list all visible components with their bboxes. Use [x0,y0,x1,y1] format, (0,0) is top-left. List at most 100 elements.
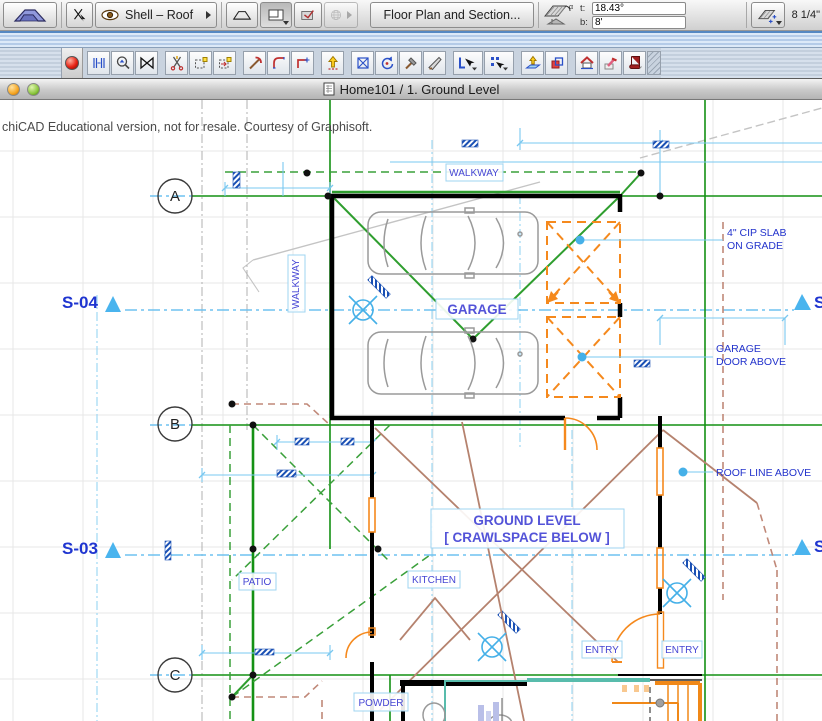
tools-button[interactable] [399,51,422,75]
roof-tool-button[interactable] [3,2,57,28]
multiply-button[interactable] [321,51,344,75]
intersect-button[interactable] [291,51,314,75]
visibility-dropdown[interactable]: Shell – Roof [95,2,217,28]
layer-settings-button[interactable] [599,51,622,75]
svg-text:GARAGE: GARAGE [447,302,506,317]
room-labels[interactable]: WALKWAY WALKWAY GARAGE GROUND LEVEL [ CR… [238,163,703,712]
powder-door-arc [345,631,373,659]
corner-window-button[interactable] [260,2,292,28]
separator [221,2,222,28]
multiply-icon [327,55,338,70]
pitch-t-label: t: [580,2,586,14]
favorites-button[interactable] [623,51,646,75]
section-arrow [794,294,811,310]
stretch-icon [194,57,207,69]
elevate-button[interactable] [521,51,544,75]
gray-axis-lines [201,100,254,721]
toolbar-left-panel [0,48,62,78]
pitch-b-field[interactable] [592,15,686,29]
adjust-size-icon [92,58,105,68]
knife-button[interactable] [423,51,446,75]
section-marker-s04-right: S [814,293,822,312]
walls[interactable] [329,193,702,721]
label-kitchen: KITCHEN [407,570,461,589]
separator [61,2,62,28]
label-walkway-left: WALKWAY [287,254,306,313]
grid-bubbles[interactable]: A B C [157,178,193,693]
floor-plan-section-label: Floor Plan and Section... [383,8,521,22]
pickaxe-icon [248,56,262,70]
roof-offset-value: 8 1/4" [791,9,820,21]
section-arrow [105,296,121,312]
roof-pitch-icon: α [543,4,573,25]
marquee-icon [139,56,154,70]
roof-pitch-group: α t: b: [542,1,686,29]
svg-text:KITCHEN: KITCHEN [412,575,456,586]
garage-door-above-label2: DOOR ABOVE [716,356,786,368]
globe-button[interactable] [324,2,358,28]
offset-icon [218,57,231,69]
corner-window-icon [268,9,284,21]
adjust-size-button[interactable] [87,51,110,75]
garage-entry-door-arc [564,417,598,451]
garage-door-above-label: GARAGE [716,343,761,355]
offset-button[interactable] [213,51,236,75]
cip-slab-label2: ON GRADE [727,240,783,252]
group-icon [551,57,563,69]
roof-line-above-label: ROOF LINE ABOVE [716,467,811,479]
story-settings-icon [579,56,594,70]
arrow-tool-button[interactable] [66,2,93,28]
palette-resize-grip[interactable] [647,51,661,75]
cip-slab-label: 4" CIP SLAB [727,227,787,239]
separator [538,2,539,28]
zoom-to-selection-button[interactable] [111,51,134,75]
split-button[interactable] [165,51,188,75]
transfer-settings-icon [301,10,314,20]
select-marquee-icon [491,57,508,71]
fillet-button[interactable] [267,51,290,75]
tools-icon [404,57,417,70]
svg-text:GROUND LEVEL: GROUND LEVEL [473,513,580,528]
mirror-button[interactable] [351,51,374,75]
drawing-canvas[interactable]: S-04 S-03 S S 4" CIP SLAB ON GRADE GARAG… [0,100,822,721]
record-tile [62,48,83,78]
floor-plan-section-button[interactable]: Floor Plan and Section... [370,2,534,28]
label-entry-left: ENTRY [581,640,623,659]
group-button[interactable] [545,51,568,75]
globe-icon [331,10,341,20]
roof-offset-button[interactable] [750,2,785,28]
select-element-button[interactable] [453,51,483,75]
eye-icon [101,9,119,21]
record-icon[interactable] [65,56,79,70]
roof-slope-button[interactable] [226,2,258,28]
svg-text:ENTRY: ENTRY [665,645,699,656]
stairs[interactable] [612,681,702,721]
pickaxe-button[interactable] [243,51,266,75]
separator [745,2,747,28]
car-top [367,207,539,279]
chevron-right-icon [347,11,352,19]
window-titlebar[interactable]: Home101 / 1. Ground Level [0,78,822,100]
roof-slope-icon [232,11,252,20]
stretch-button[interactable] [189,51,212,75]
archicad-screen: Shell – Roof Floor Plan and Section... α… [0,0,822,721]
toolbar-drag-bar[interactable] [0,31,822,48]
minimize-button[interactable] [7,82,20,96]
visibility-dropdown-label: Shell – Roof [125,8,194,22]
arrow-tool-icon [74,8,86,22]
select-marquee-button[interactable] [484,51,514,75]
svg-text:α: α [569,4,573,11]
marquee-button[interactable] [135,51,158,75]
elevate-icon [524,55,541,69]
pitch-t-field[interactable] [592,1,686,15]
chevron-down-icon [775,21,782,25]
transfer-settings-button[interactable] [294,2,322,28]
educational-watermark: chiCAD Educational version, not for resa… [2,120,372,134]
section-lines[interactable]: S-04 S-03 S S [62,195,822,676]
zoom-to-selection-icon [116,56,130,70]
story-settings-button[interactable] [575,51,598,75]
rotate-button[interactable] [375,51,398,75]
zoom-button[interactable] [27,82,40,96]
label-garage: GARAGE [435,298,519,320]
fillet-icon [272,57,285,69]
